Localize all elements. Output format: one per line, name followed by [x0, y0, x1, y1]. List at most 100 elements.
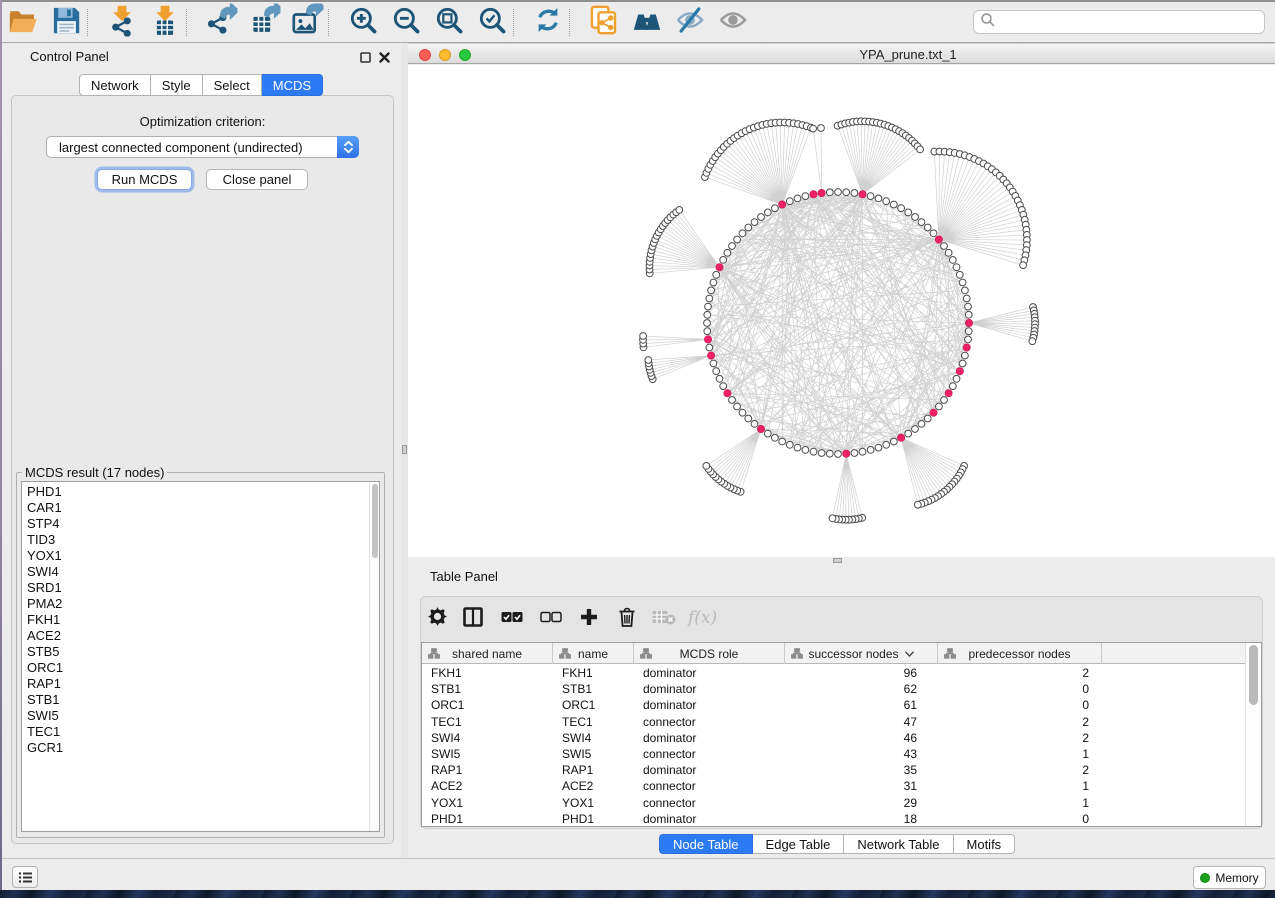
horizontal-divider-handle[interactable] [833, 558, 842, 563]
table-row[interactable]: ORC1ORC1dominator610 [422, 697, 1245, 713]
cell-shared-name: FKH1 [422, 665, 553, 681]
mcds-result-item[interactable]: SRD1 [27, 580, 63, 596]
tab-motifs[interactable]: Motifs [954, 834, 1016, 854]
binoculars-button[interactable] [632, 7, 662, 37]
network-canvas[interactable] [408, 65, 1275, 557]
tab-select[interactable]: Select [203, 74, 262, 96]
mcds-result-item[interactable]: YOX1 [27, 548, 63, 564]
table-row[interactable]: STB1STB1dominator620 [422, 681, 1245, 697]
table-row[interactable]: SWI4SWI4dominator462 [422, 730, 1245, 746]
close-traffic-light[interactable] [419, 49, 431, 61]
divider-handle[interactable] [402, 445, 407, 454]
column-label: MCDS role [680, 647, 739, 661]
hide-selected-eye-button[interactable] [675, 7, 705, 37]
search-input[interactable] [973, 10, 1265, 34]
vertical-split-divider[interactable] [401, 43, 408, 858]
split-columns-button[interactable] [458, 601, 488, 637]
maximize-traffic-light[interactable] [459, 49, 471, 61]
zoom-out-button[interactable] [391, 7, 421, 37]
cell-successor-nodes: 31 [785, 778, 938, 794]
table-row[interactable]: PHD1PHD1dominator180 [422, 811, 1245, 827]
mcds-result-item[interactable]: SWI5 [27, 708, 63, 724]
tab-mcds[interactable]: MCDS [262, 74, 323, 96]
mcds-result-item[interactable]: ORC1 [27, 660, 63, 676]
mcds-result-item[interactable]: ACE2 [27, 628, 63, 644]
close-icon[interactable] [379, 50, 390, 68]
import-network-button[interactable] [107, 7, 137, 37]
deselect-all-button[interactable] [536, 601, 566, 637]
toolbar-separator [569, 9, 570, 36]
toolbar-separator [513, 9, 514, 36]
mcds-result-item[interactable]: GCR1 [27, 740, 63, 756]
table-scrollbar[interactable] [1245, 643, 1261, 826]
column-header-successor-nodes[interactable]: successor nodes [785, 643, 938, 664]
mcds-result-list[interactable]: PHD1CAR1STP4TID3YOX1SWI4SRD1PMA2FKH1ACE2… [21, 481, 380, 832]
table-row[interactable]: ACE2ACE2connector311 [422, 778, 1245, 794]
zoom-in-button[interactable] [348, 7, 378, 37]
mcds-result-item[interactable]: PMA2 [27, 596, 63, 612]
mcds-result-item[interactable]: TEC1 [27, 724, 63, 740]
mcds-result-item[interactable]: FKH1 [27, 612, 63, 628]
table-row[interactable]: FKH1FKH1dominator962 [422, 665, 1245, 681]
mcds-result-item[interactable]: PHD1 [27, 484, 63, 500]
trash-button[interactable] [612, 601, 642, 637]
column-header-shared-name[interactable]: shared name [422, 643, 553, 664]
network-title: YPA_prune.txt_1 [608, 47, 1208, 62]
column-header-MCDS-role[interactable]: MCDS role [634, 643, 785, 664]
refresh-button[interactable] [533, 7, 563, 37]
add-button[interactable] [574, 601, 604, 637]
memory-button[interactable]: Memory [1193, 866, 1266, 889]
close-panel-button[interactable]: Close panel [206, 169, 308, 190]
tab-network[interactable]: Network [79, 74, 151, 96]
deselect-all-icon [540, 610, 562, 629]
cell-successor-nodes: 62 [785, 681, 938, 697]
export-table-button[interactable] [249, 7, 279, 37]
show-all-eye-button[interactable] [718, 7, 748, 37]
criterion-dropdown[interactable]: largest connected component (undirected) [46, 136, 359, 158]
column-header-predecessor-nodes[interactable]: predecessor nodes [938, 643, 1102, 664]
zoom-selected-button[interactable] [477, 7, 507, 37]
cell-predecessor-nodes: 1 [938, 746, 1102, 762]
mcds-result-item[interactable]: SWI4 [27, 564, 63, 580]
tab-network-table[interactable]: Network Table [844, 834, 953, 854]
float-icon[interactable] [360, 50, 371, 68]
cell-predecessor-nodes: 0 [938, 681, 1102, 697]
column-header-name[interactable]: name [553, 643, 634, 664]
copy-view-button[interactable] [589, 7, 619, 37]
control-panel-tabs: NetworkStyleSelectMCDS [79, 74, 323, 96]
zoom-fit-button[interactable] [434, 7, 464, 37]
run-mcds-button[interactable]: Run MCDS [97, 169, 192, 190]
select-all-button[interactable] [497, 601, 527, 637]
export-network-button[interactable] [206, 7, 236, 37]
gear-button[interactable] [422, 601, 452, 637]
import-table-button[interactable] [150, 7, 180, 37]
table-row[interactable]: YOX1YOX1connector291 [422, 795, 1245, 811]
desktop-left-edge [0, 0, 2, 890]
memory-status-dot [1200, 873, 1210, 883]
export-image-button[interactable] [292, 7, 322, 37]
function-icon: f(x) [686, 606, 720, 633]
open-folder-button[interactable] [8, 7, 38, 37]
mcds-result-item[interactable]: TID3 [27, 532, 63, 548]
table-row[interactable]: SWI5SWI5connector431 [422, 746, 1245, 762]
table-row[interactable]: RAP1RAP1dominator352 [422, 762, 1245, 778]
table-row[interactable]: TEC1TEC1connector472 [422, 714, 1245, 730]
mcds-result-item[interactable]: STB5 [27, 644, 63, 660]
cell-name: YOX1 [553, 795, 634, 811]
tab-node-table[interactable]: Node Table [659, 834, 753, 854]
mcds-result-item[interactable]: STB1 [27, 692, 63, 708]
cell-MCDS-role: dominator [634, 697, 785, 713]
tab-edge-table[interactable]: Edge Table [753, 834, 845, 854]
save-button[interactable] [51, 7, 81, 37]
show-panels-button[interactable] [12, 866, 38, 888]
mcds-result-item[interactable]: RAP1 [27, 676, 63, 692]
minimize-traffic-light[interactable] [439, 49, 451, 61]
zoom-in-icon [348, 5, 378, 40]
tab-style[interactable]: Style [151, 74, 203, 96]
mcds-result-item[interactable]: STP4 [27, 516, 63, 532]
mcds-result-item[interactable]: CAR1 [27, 500, 63, 516]
cell-successor-nodes: 96 [785, 665, 938, 681]
node-table[interactable]: shared namename MCDS role successor nodesp… [421, 642, 1262, 827]
cell-successor-nodes: 61 [785, 697, 938, 713]
mcds-list-scrollbar[interactable] [369, 482, 379, 831]
